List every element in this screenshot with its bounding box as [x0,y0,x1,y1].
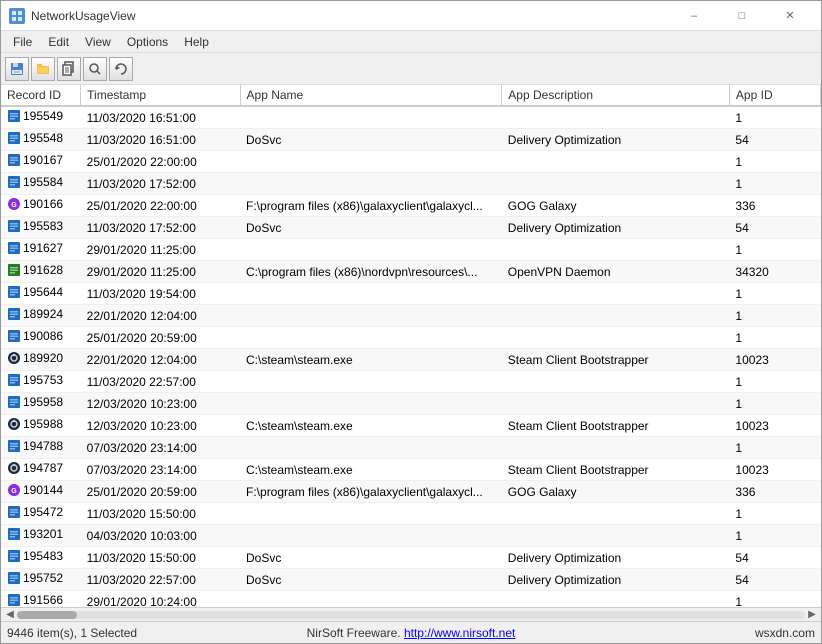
horizontal-scrollbar[interactable]: ◀ ▶ [1,607,821,621]
table-row[interactable]: 19558411/03/2020 17:52:001 [1,173,821,195]
maximize-button[interactable]: □ [719,1,765,31]
status-item-count: 9446 item(s), 1 Selected [7,626,276,640]
table-row[interactable]: 19008625/01/2020 20:59:001 [1,327,821,349]
menu-help[interactable]: Help [176,33,217,51]
table-container[interactable]: Record ID Timestamp App Name App Descrip… [1,85,821,607]
table-row[interactable]: G19014425/01/2020 20:59:00F:\program fil… [1,481,821,503]
col-app-id[interactable]: App ID [729,85,820,106]
status-website-link[interactable]: http://www.nirsoft.net [404,626,515,640]
menu-view[interactable]: View [77,33,119,51]
table-row[interactable]: 19554811/03/2020 16:51:00DoSvcDelivery O… [1,129,821,151]
table-row[interactable]: 19162729/01/2020 11:25:001 [1,239,821,261]
status-freeware: NirSoft Freeware. http://www.nirsoft.net [276,626,545,640]
col-timestamp[interactable]: Timestamp [81,85,240,106]
app-icon [9,8,25,24]
menu-bar: File Edit View Options Help [1,31,821,53]
table-row[interactable]: 19162829/01/2020 11:25:00C:\program file… [1,261,821,283]
col-app-name[interactable]: App Name [240,85,502,106]
close-button[interactable]: ✕ [767,1,813,31]
svg-text:G: G [11,202,17,209]
status-domain: wsxdn.com [546,626,815,640]
menu-file[interactable]: File [5,33,40,51]
table-row[interactable]: 19547211/03/2020 15:50:001 [1,503,821,525]
table-row[interactable]: 19575211/03/2020 22:57:00DoSvcDelivery O… [1,569,821,591]
status-bar: 9446 item(s), 1 Selected NirSoft Freewar… [1,621,821,643]
table-row[interactable]: 19156629/01/2020 10:24:001 [1,591,821,608]
table-row[interactable]: 19548311/03/2020 15:50:00DoSvcDelivery O… [1,547,821,569]
window-controls: – □ ✕ [671,1,813,31]
table-row[interactable]: 19575311/03/2020 22:57:001 [1,371,821,393]
menu-options[interactable]: Options [119,33,176,51]
toolbar-open-button[interactable] [31,57,55,81]
scroll-right-arrow[interactable]: ▶ [805,609,819,620]
title-bar-left: NetworkUsageView [9,8,136,24]
col-record-id[interactable]: Record ID [1,85,81,106]
table-row[interactable]: 19016725/01/2020 22:00:001 [1,151,821,173]
scroll-left-arrow[interactable]: ◀ [3,609,17,620]
table-row[interactable]: 19554911/03/2020 16:51:001 [1,106,821,129]
table-row[interactable]: 19598812/03/2020 10:23:00C:\steam\steam.… [1,415,821,437]
data-table: Record ID Timestamp App Name App Descrip… [1,85,821,607]
table-row[interactable]: 19320104/03/2020 10:03:001 [1,525,821,547]
table-row[interactable]: 18992422/01/2020 12:04:001 [1,305,821,327]
table-row[interactable]: 19595812/03/2020 10:23:001 [1,393,821,415]
scroll-track-h [17,611,805,619]
title-bar: NetworkUsageView – □ ✕ [1,1,821,31]
table-row[interactable]: 19558311/03/2020 17:52:00DoSvcDelivery O… [1,217,821,239]
table-row[interactable]: 19478707/03/2020 23:14:00C:\steam\steam.… [1,459,821,481]
table-body: 19554911/03/2020 16:51:00119554811/03/20… [1,106,821,607]
col-app-desc[interactable]: App Description [502,85,730,106]
main-window: NetworkUsageView – □ ✕ File Edit View Op… [0,0,822,644]
svg-text:G: G [11,488,17,495]
window-title: NetworkUsageView [31,9,136,23]
table-header-row: Record ID Timestamp App Name App Descrip… [1,85,821,106]
toolbar-save-button[interactable] [5,57,29,81]
toolbar-search-button[interactable] [83,57,107,81]
table-row[interactable]: 18992022/01/2020 12:04:00C:\steam\steam.… [1,349,821,371]
table-row[interactable]: 19564411/03/2020 19:54:001 [1,283,821,305]
table-row[interactable]: 19478807/03/2020 23:14:001 [1,437,821,459]
toolbar [1,53,821,85]
scroll-thumb-h[interactable] [17,611,77,619]
toolbar-copy-button[interactable] [57,57,81,81]
menu-edit[interactable]: Edit [40,33,77,51]
minimize-button[interactable]: – [671,1,717,31]
table-row[interactable]: G19016625/01/2020 22:00:00F:\program fil… [1,195,821,217]
toolbar-refresh-button[interactable] [109,57,133,81]
